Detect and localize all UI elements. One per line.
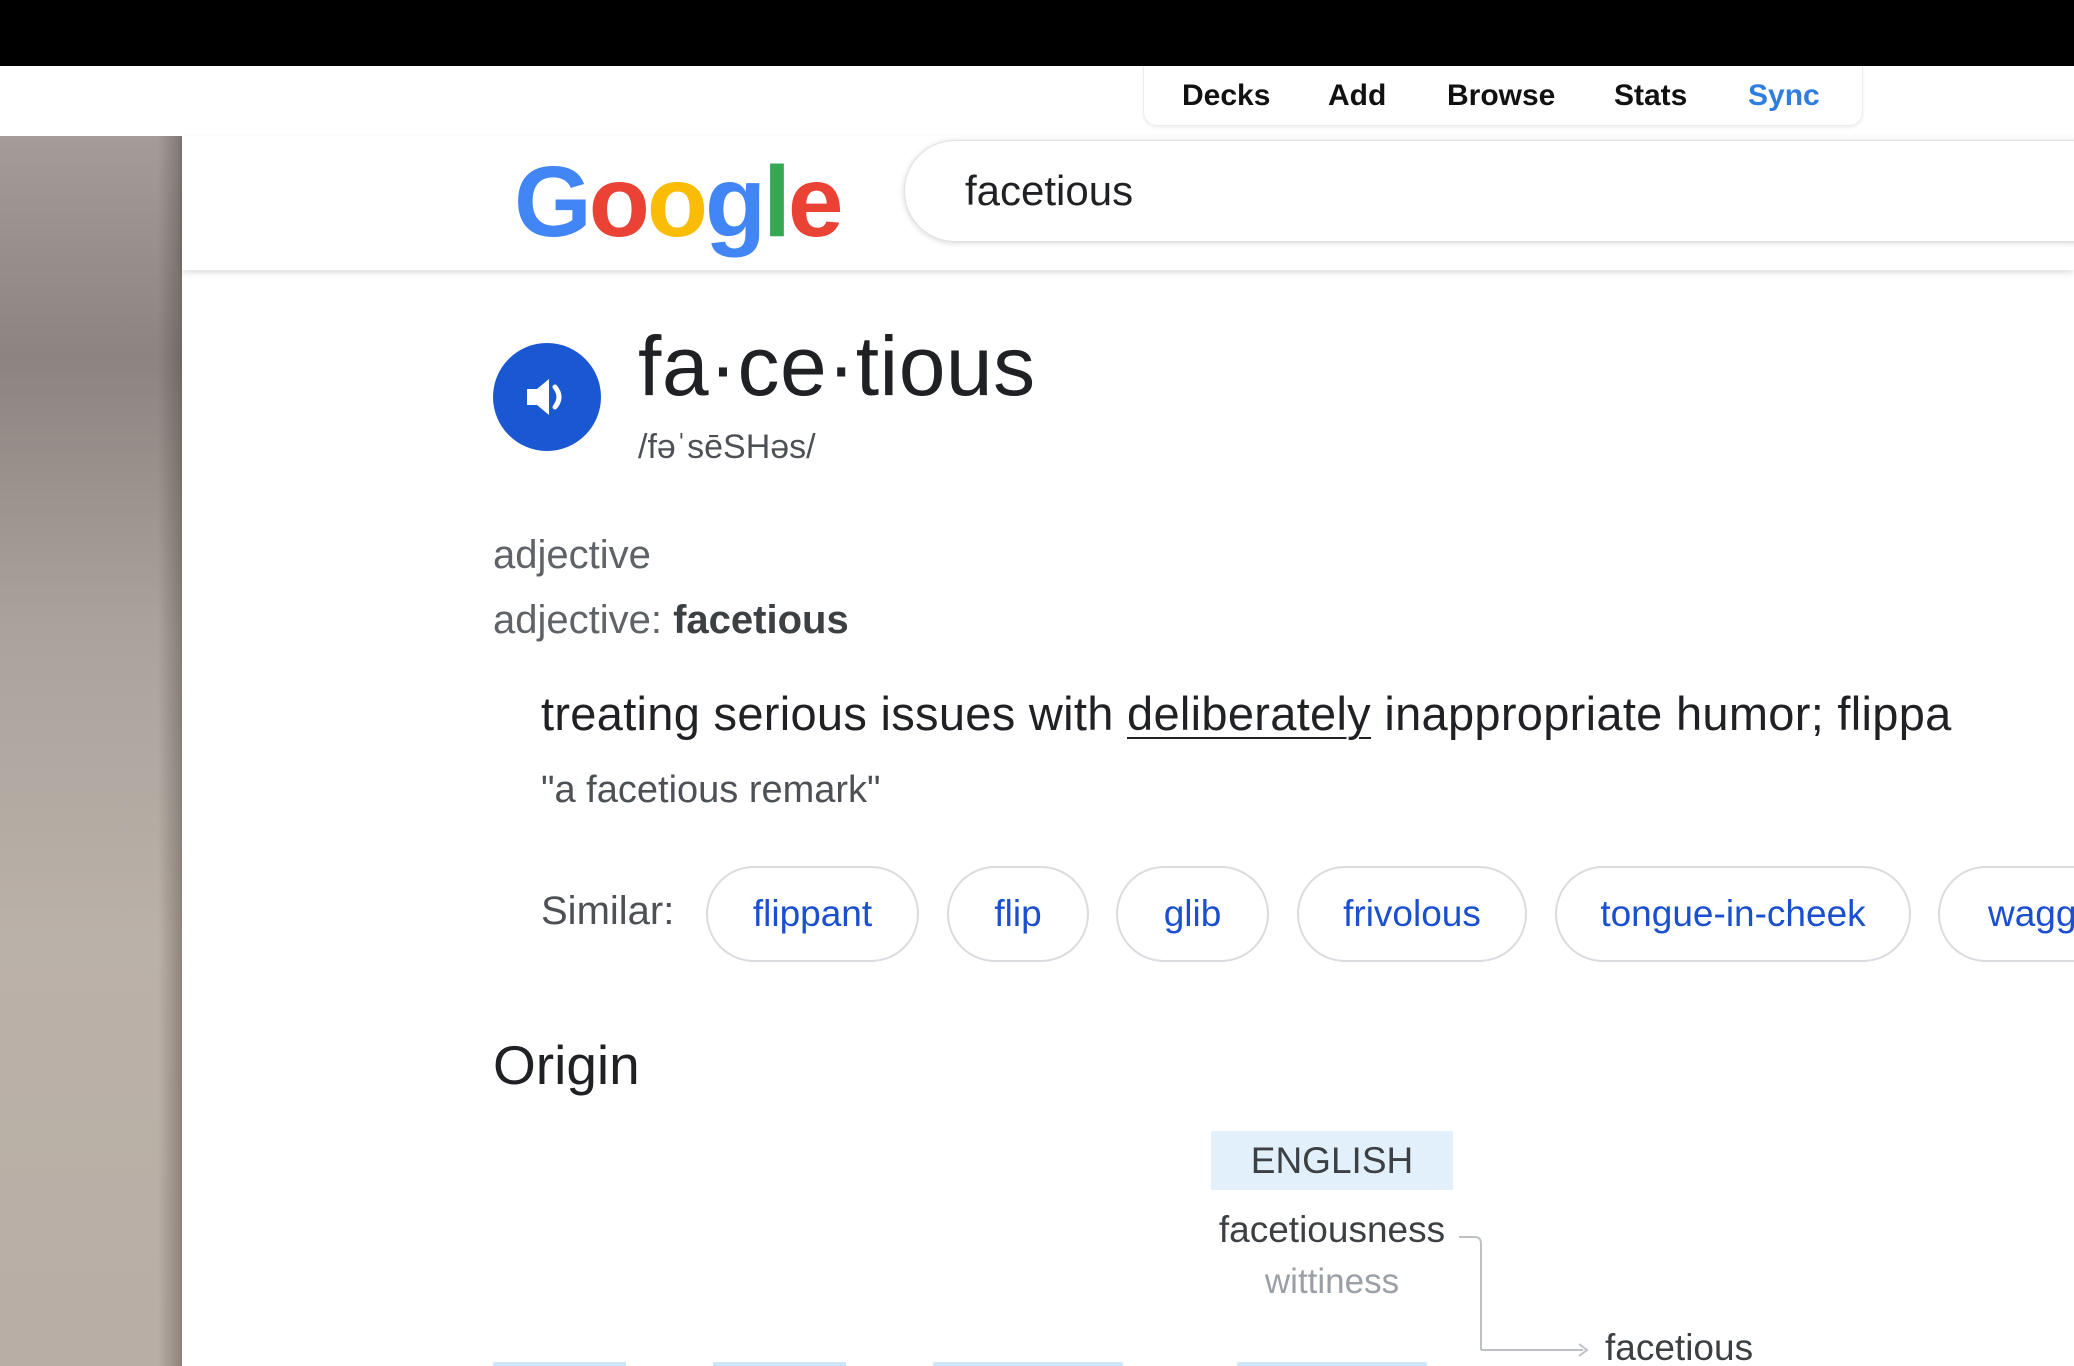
logo-letter: G [514,146,592,258]
logo-letter: o [646,146,708,258]
etymology-result-word: facetious [1605,1327,1754,1366]
menu-add[interactable]: Add [1328,79,1386,113]
definition-text-after: inappropriate humor; flippa [1371,687,1952,740]
example-sentence: "a facetious remark" [541,769,881,811]
pos-label: adjective: [493,598,674,642]
definition: treating serious issues with deliberatel… [541,686,1952,741]
search-box[interactable] [904,140,2074,242]
part-of-speech: adjective [493,533,651,577]
similar-chip-waggish[interactable]: wagg [1938,866,2074,962]
anki-menu-bar: Decks Add Browse Stats Sync [1143,66,1863,126]
similar-chip-frivolous[interactable]: frivolous [1297,866,1527,962]
logo-letter: o [588,146,650,258]
blurred-background-window [0,136,182,1366]
language-label: ENGLISH [1211,1131,1453,1190]
search-input[interactable] [965,163,2065,219]
menu-browse[interactable]: Browse [1447,79,1555,113]
menu-decks[interactable]: Decks [1182,79,1270,113]
similar-chip-flippant[interactable]: flippant [706,866,919,962]
etymology-gloss: wittiness [1264,1262,1400,1301]
similar-chip-glib[interactable]: glib [1116,866,1269,962]
logo-letter: g [704,146,766,258]
part-of-speech-detail: adjective: facetious [493,598,849,643]
etymology-word: facetiousness [1218,1209,1446,1250]
google-header: Google [182,136,2074,270]
etymology-box-edge [1237,1362,1427,1366]
similar-chip-tongue-in-cheek[interactable]: tongue-in-cheek [1555,866,1911,962]
logo-letter: e [787,146,844,258]
similar-label: Similar: [541,889,675,933]
speaker-icon [527,379,562,415]
definition-text-before: treating serious issues with [541,687,1128,740]
menu-sync[interactable]: Sync [1748,79,1820,113]
headword: fa·ce·tious [638,319,1036,413]
etymology-box-edge [493,1362,626,1366]
etymology-tree-lines [1459,1236,1589,1357]
etymology-box-edge [713,1362,846,1366]
logo-letter: l [763,146,791,258]
speaker-button[interactable] [493,343,601,451]
definition-link[interactable]: deliberately [1127,687,1371,740]
google-logo[interactable]: Google [514,142,844,262]
origin-heading: Origin [493,1034,640,1096]
menu-stats[interactable]: Stats [1614,79,1687,113]
phonetic-spelling: /fəˈsēSHəs/ [638,428,816,466]
similar-chip-flip[interactable]: flip [947,866,1089,962]
top-black-bar [0,0,2074,66]
etymology-box-edge [933,1362,1123,1366]
pos-word: facetious [673,598,849,642]
